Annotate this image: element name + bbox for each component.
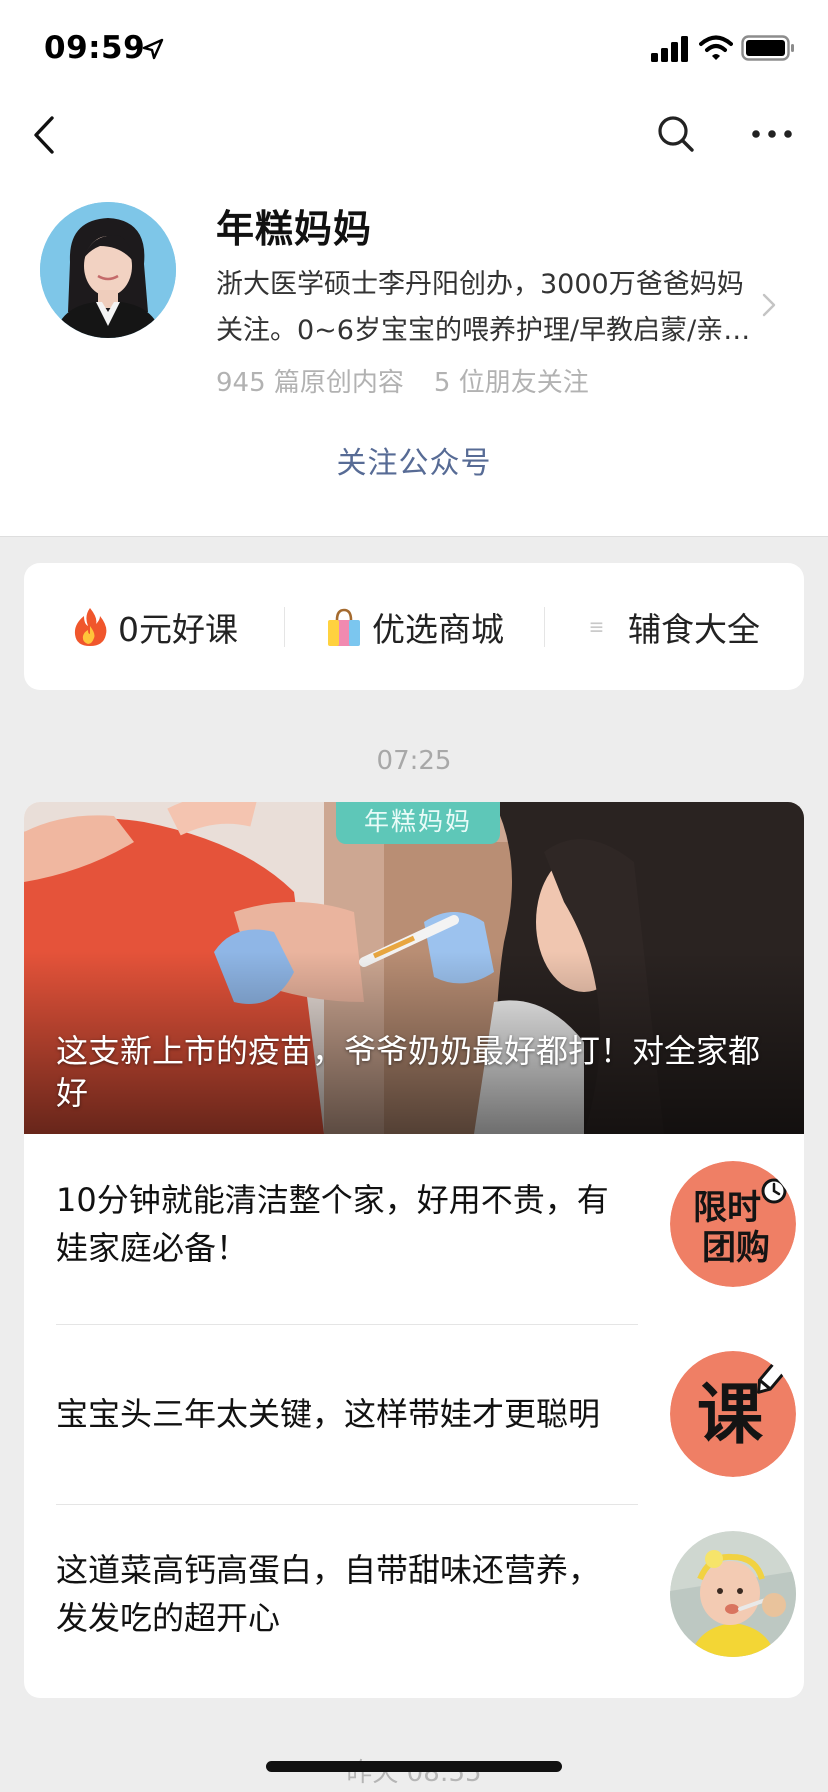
menu-item-mall[interactable]: 优选商城 bbox=[284, 563, 544, 690]
account-description[interactable]: 浙大医学硕士李丹阳创办，3000万爸爸妈妈关注。0~6岁宝宝的喂养护理/早教启蒙… bbox=[216, 262, 756, 354]
account-stats: 945 篇原创内容 5 位朋友关注 bbox=[216, 362, 589, 399]
menu-item-label: 优选商城 bbox=[372, 609, 504, 649]
home-indicator[interactable] bbox=[266, 1761, 562, 1772]
list-item[interactable]: 宝宝头三年太关键，这样带娃才更聪明 课 bbox=[56, 1324, 796, 1504]
avatar[interactable] bbox=[40, 202, 176, 338]
status-time: 09:59 bbox=[44, 30, 146, 66]
original-count: 945 篇原创内容 bbox=[216, 368, 404, 398]
account-menu: 0元好课 优选商城 辅食大全 bbox=[24, 563, 804, 690]
article-title: 这道菜高钙高蛋白，自带甜味还营养，发发吃的超开心 bbox=[56, 1551, 601, 1637]
chevron-right-icon[interactable] bbox=[758, 290, 780, 320]
thumb-text: 课 bbox=[697, 1376, 764, 1453]
back-arrow-icon[interactable] bbox=[26, 110, 62, 160]
location-arrow-icon bbox=[142, 38, 164, 60]
list-icon bbox=[590, 621, 603, 632]
battery-icon bbox=[741, 35, 794, 61]
wifi-icon bbox=[699, 35, 733, 60]
account-header: 09:59 年糕妈妈 浙大医学硕士李丹阳创办，3000万爸爸妈妈关注。0~6岁宝… bbox=[0, 0, 828, 537]
menu-item-label: 辅食大全 bbox=[628, 609, 760, 649]
account-name: 年糕妈妈 bbox=[216, 207, 373, 251]
article-title: 10分钟就能清洁整个家，好用不贵，有娃家庭必备！ bbox=[56, 1181, 609, 1267]
avatar-portrait-icon bbox=[40, 202, 176, 338]
follow-button[interactable]: 关注公众号 bbox=[0, 438, 828, 482]
nav-bar bbox=[0, 100, 828, 170]
thumb-text: 团购 bbox=[702, 1228, 770, 1268]
clock-icon bbox=[761, 1178, 787, 1204]
search-icon[interactable] bbox=[654, 112, 698, 156]
thumb-text: 限时 bbox=[693, 1188, 761, 1228]
friends-following: 5 位朋友关注 bbox=[433, 368, 589, 398]
cover-brand-badge: 年糕妈妈 bbox=[336, 802, 500, 844]
cover-article-title: 这支新上市的疫苗，爷爷奶奶最好都打！对全家都好 bbox=[56, 1032, 761, 1112]
menu-item-label: 0元好课 bbox=[118, 609, 238, 649]
list-item[interactable]: 这道菜高钙高蛋白，自带甜味还营养，发发吃的超开心 bbox=[56, 1504, 796, 1684]
cover-article[interactable]: 年糕妈妈 这支新上市的疫苗，爷爷奶奶最好都打！对全家都好 bbox=[24, 802, 804, 1134]
article-group: 年糕妈妈 这支新上市的疫苗，爷爷奶奶最好都打！对全家都好 10分钟就能清洁整个家… bbox=[24, 802, 804, 1698]
more-options-icon[interactable] bbox=[748, 114, 796, 154]
group-buy-thumbnail: 限时 团购 bbox=[670, 1161, 796, 1287]
article-title: 宝宝头三年太关键，这样带娃才更聪明 bbox=[56, 1395, 601, 1433]
cellular-signal-icon bbox=[651, 36, 688, 62]
list-item[interactable]: 10分钟就能清洁整个家，好用不贵，有娃家庭必备！ 限时 团购 bbox=[56, 1134, 796, 1314]
menu-item-recipes[interactable]: 辅食大全 bbox=[544, 563, 804, 690]
baby-photo-thumbnail bbox=[670, 1531, 796, 1657]
shopping-bag-icon bbox=[328, 608, 360, 646]
message-time: 07:25 bbox=[376, 746, 452, 776]
course-thumbnail: 课 bbox=[670, 1351, 796, 1477]
status-bar: 09:59 bbox=[0, 0, 828, 100]
menu-item-free-course[interactable]: 0元好课 bbox=[24, 563, 284, 690]
fire-icon bbox=[74, 607, 107, 646]
